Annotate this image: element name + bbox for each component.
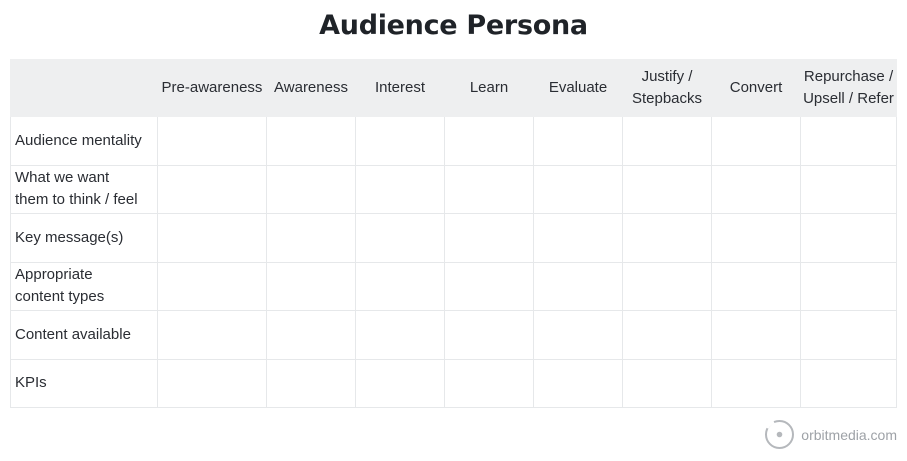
table-cell[interactable] bbox=[444, 116, 534, 166]
table-cell[interactable] bbox=[157, 116, 267, 166]
table-cell[interactable] bbox=[355, 213, 445, 263]
table-cell[interactable] bbox=[157, 164, 267, 214]
table-cell[interactable] bbox=[355, 261, 445, 311]
table-cell[interactable] bbox=[800, 310, 897, 360]
table-cell[interactable] bbox=[266, 261, 356, 311]
table-cell[interactable] bbox=[711, 358, 801, 408]
table-cell[interactable] bbox=[266, 358, 356, 408]
table-cell[interactable] bbox=[711, 310, 801, 360]
table-cell[interactable] bbox=[444, 310, 534, 360]
column-header-convert: Convert bbox=[711, 59, 801, 117]
table-cell[interactable] bbox=[622, 213, 712, 263]
table-cell[interactable] bbox=[266, 213, 356, 263]
table-row: Key message(s) bbox=[10, 213, 897, 263]
table-cell[interactable] bbox=[533, 358, 623, 408]
table-cell[interactable] bbox=[800, 164, 897, 214]
table-cell[interactable] bbox=[800, 116, 897, 166]
header-row: Pre-awareness Awareness Interest Learn E… bbox=[10, 59, 897, 117]
page-title: Audience Persona bbox=[319, 10, 588, 41]
logo-text: orbitmedia.com bbox=[801, 426, 897, 443]
table-cell[interactable] bbox=[157, 310, 267, 360]
table-cell[interactable] bbox=[711, 213, 801, 263]
table-cell[interactable] bbox=[533, 164, 623, 214]
table-cell[interactable] bbox=[622, 261, 712, 311]
table-cell[interactable] bbox=[444, 358, 534, 408]
column-header-repurchase: Repurchase / Upsell / Refer bbox=[800, 59, 897, 117]
table-cell[interactable] bbox=[355, 310, 445, 360]
table-cell[interactable] bbox=[157, 213, 267, 263]
table-cell[interactable] bbox=[800, 358, 897, 408]
table-cell[interactable] bbox=[711, 164, 801, 214]
table-cell[interactable] bbox=[266, 116, 356, 166]
row-label: Appropriate content types bbox=[10, 261, 158, 311]
row-label: What we want them to think / feel bbox=[10, 164, 158, 214]
column-header-evaluate: Evaluate bbox=[533, 59, 623, 117]
column-header-interest: Interest bbox=[355, 59, 445, 117]
row-label: Audience mentality bbox=[10, 116, 158, 166]
row-label: Content available bbox=[10, 310, 158, 360]
table-cell[interactable] bbox=[800, 261, 897, 311]
column-header-pre-awareness: Pre-awareness bbox=[157, 59, 267, 117]
orbit-media-logo: orbitmedia.com bbox=[764, 419, 897, 450]
table-cell[interactable] bbox=[533, 213, 623, 263]
table-cell[interactable] bbox=[444, 213, 534, 263]
table-cell[interactable] bbox=[711, 116, 801, 166]
table-cell[interactable] bbox=[157, 358, 267, 408]
column-header-awareness: Awareness bbox=[266, 59, 356, 117]
table-row: Appropriate content types bbox=[10, 261, 897, 311]
table-cell[interactable] bbox=[622, 116, 712, 166]
table-cell[interactable] bbox=[711, 261, 801, 311]
table-cell[interactable] bbox=[444, 261, 534, 311]
table-cell[interactable] bbox=[266, 164, 356, 214]
orbit-logo-icon bbox=[765, 420, 795, 449]
table-row: Content available bbox=[10, 310, 897, 360]
column-header bbox=[10, 59, 158, 117]
row-label: KPIs bbox=[10, 358, 158, 408]
table-cell[interactable] bbox=[355, 358, 445, 408]
column-header-learn: Learn bbox=[444, 59, 534, 117]
table-cell[interactable] bbox=[622, 358, 712, 408]
table-cell[interactable] bbox=[533, 310, 623, 360]
table-cell[interactable] bbox=[444, 164, 534, 214]
table-cell[interactable] bbox=[266, 310, 356, 360]
table-cell[interactable] bbox=[157, 261, 267, 311]
table-row: Audience mentality bbox=[10, 116, 897, 166]
table-cell[interactable] bbox=[800, 213, 897, 263]
persona-table: Pre-awareness Awareness Interest Learn E… bbox=[10, 59, 897, 408]
table-cell[interactable] bbox=[533, 261, 623, 311]
table-cell[interactable] bbox=[622, 310, 712, 360]
table-row: What we want them to think / feel bbox=[10, 164, 897, 214]
table-cell[interactable] bbox=[355, 116, 445, 166]
row-label: Key message(s) bbox=[10, 213, 158, 263]
table-cell[interactable] bbox=[533, 116, 623, 166]
column-header-justify: Justify / Stepbacks bbox=[622, 59, 712, 117]
table-row: KPIs bbox=[10, 358, 897, 408]
table-cell[interactable] bbox=[622, 164, 712, 214]
table-cell[interactable] bbox=[355, 164, 445, 214]
